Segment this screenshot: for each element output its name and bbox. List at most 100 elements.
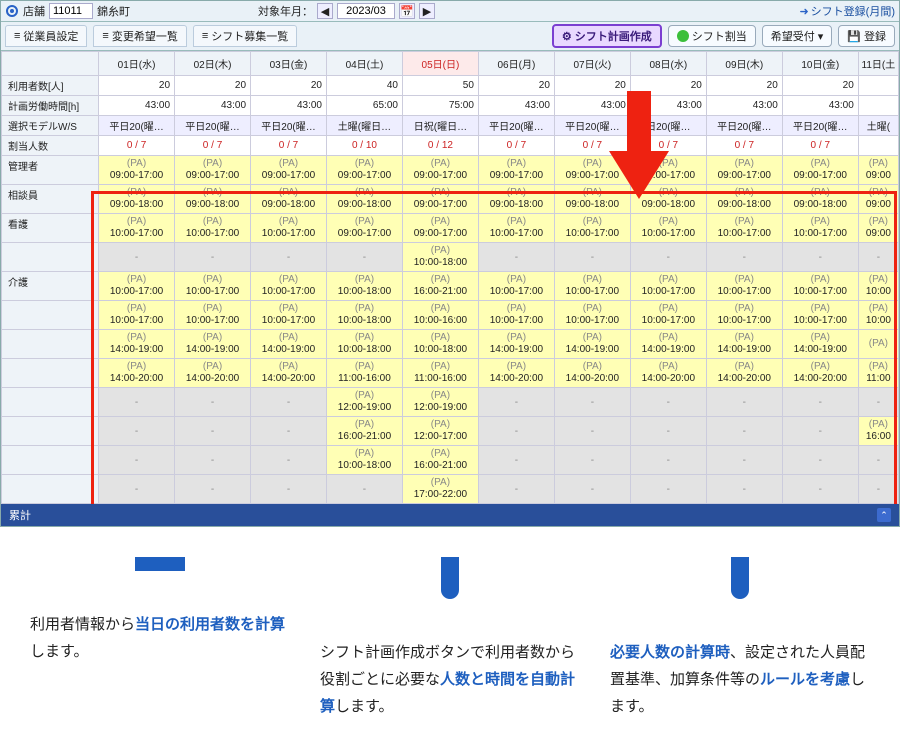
- shift-cell[interactable]: (PA)10:00-17:00: [782, 214, 858, 243]
- shift-cell[interactable]: (PA)10:00-17:00: [630, 272, 706, 301]
- shift-cell[interactable]: (PA)14:00-20:00: [478, 359, 554, 388]
- shift-cell[interactable]: (PA)14:00-19:00: [175, 330, 251, 359]
- shift-cell[interactable]: (PA)14:00-19:00: [99, 330, 175, 359]
- period-next-button[interactable]: ▶: [419, 3, 435, 19]
- shift-cell[interactable]: (PA)14:00-20:00: [782, 359, 858, 388]
- shift-cell[interactable]: (PA)14:00-19:00: [782, 330, 858, 359]
- shift-cell[interactable]: (PA)10:00-17:00: [251, 272, 327, 301]
- shift-cell[interactable]: (PA)16:00-21:00: [326, 417, 402, 446]
- shift-cell[interactable]: (PA)09:00-17:00: [326, 156, 402, 185]
- shift-cell[interactable]: (PA)10:00-18:00: [326, 330, 402, 359]
- shift-cell[interactable]: (PA)10:00-17:00: [782, 301, 858, 330]
- period-prev-button[interactable]: ◀: [317, 3, 333, 19]
- shift-cell[interactable]: (PA)12:00-19:00: [402, 388, 478, 417]
- model-cell[interactable]: 平日20(曜…: [478, 116, 554, 136]
- shift-cell[interactable]: (PA)10:00-17:00: [251, 301, 327, 330]
- shift-cell[interactable]: (PA)10:00-18:00: [326, 272, 402, 301]
- shift-cell[interactable]: (PA)10:00-17:00: [706, 272, 782, 301]
- model-cell[interactable]: 平日20(曜…: [175, 116, 251, 136]
- shift-cell[interactable]: (PA)09:00-18:00: [554, 185, 630, 214]
- date-header[interactable]: 06日(月): [478, 52, 554, 76]
- shift-cell[interactable]: (PA)10:00-17:00: [175, 214, 251, 243]
- model-cell[interactable]: 日20(曜…: [630, 116, 706, 136]
- shift-cell[interactable]: (PA)14:00-19:00: [706, 330, 782, 359]
- tab-shift-recruit-list[interactable]: ≡ シフト募集一覧: [193, 25, 297, 47]
- date-header[interactable]: 08日(水): [630, 52, 706, 76]
- shift-cell[interactable]: (PA)10:00-17:00: [630, 214, 706, 243]
- shift-cell[interactable]: (PA)10:00-17:00: [554, 301, 630, 330]
- shift-plan-create-button[interactable]: ⚙ シフト計画作成: [552, 24, 662, 48]
- date-header[interactable]: 04日(土): [326, 52, 402, 76]
- shift-cell[interactable]: (PA)10:00-18:00: [326, 446, 402, 475]
- shift-cell[interactable]: (PA)10:00-17:00: [99, 301, 175, 330]
- shift-cell[interactable]: (PA)10:00-17:00: [554, 272, 630, 301]
- register-button[interactable]: 💾 登録: [838, 25, 895, 47]
- shift-cell[interactable]: (PA)09:00-17:00: [326, 214, 402, 243]
- shift-cell[interactable]: (PA)14:00-19:00: [554, 330, 630, 359]
- tab-employee-settings[interactable]: ≡ 従業員設定: [5, 25, 87, 47]
- shift-cell[interactable]: (PA)11:00-16:00: [402, 359, 478, 388]
- model-cell[interactable]: 日祝(曜日…: [402, 116, 478, 136]
- date-header[interactable]: 01日(水): [99, 52, 175, 76]
- shift-cell[interactable]: (PA)09:00-18:00: [478, 185, 554, 214]
- shift-cell[interactable]: (PA)09:00: [858, 185, 898, 214]
- shift-cell[interactable]: (PA)09:00-17:00: [402, 185, 478, 214]
- shift-cell[interactable]: (PA)10:00-17:00: [99, 214, 175, 243]
- shift-cell[interactable]: (PA)10:00-18:00: [326, 301, 402, 330]
- shift-cell[interactable]: (PA)14:00-20:00: [630, 359, 706, 388]
- date-header[interactable]: 11日(土: [858, 52, 898, 76]
- shift-cell[interactable]: (PA)10:00-17:00: [706, 301, 782, 330]
- shift-cell[interactable]: (PA)09:00-18:00: [99, 185, 175, 214]
- shift-cell[interactable]: (PA)10:00: [858, 272, 898, 301]
- shift-cell[interactable]: (PA)09:00-17:00: [554, 156, 630, 185]
- shift-cell[interactable]: (PA)10:00-17:00: [478, 301, 554, 330]
- shift-cell[interactable]: (PA)17:00-22:00: [402, 475, 478, 504]
- shift-cell[interactable]: (PA)09:00-17:00: [706, 156, 782, 185]
- model-cell[interactable]: 平日20(曜…: [706, 116, 782, 136]
- shift-cell[interactable]: (PA)09:00: [858, 156, 898, 185]
- store-code-input[interactable]: [49, 3, 93, 19]
- date-header[interactable]: 09日(木): [706, 52, 782, 76]
- date-header[interactable]: 10日(金): [782, 52, 858, 76]
- footer-collapse-button[interactable]: ⌃: [877, 508, 891, 522]
- shift-cell[interactable]: (PA)09:00-18:00: [782, 185, 858, 214]
- shift-cell[interactable]: (PA)16:00-21:00: [402, 272, 478, 301]
- shift-cell[interactable]: (PA)14:00-20:00: [251, 359, 327, 388]
- shift-cell[interactable]: (PA)09:00-17:00: [99, 156, 175, 185]
- shift-cell[interactable]: (PA)14:00-19:00: [630, 330, 706, 359]
- model-cell[interactable]: 平日20(曜…: [251, 116, 327, 136]
- shift-cell[interactable]: (PA)10:00-17:00: [99, 272, 175, 301]
- shift-cell[interactable]: (PA)09:00-17:00: [402, 156, 478, 185]
- shift-cell[interactable]: (PA)14:00-20:00: [99, 359, 175, 388]
- shift-cell[interactable]: (PA)10:00-17:00: [478, 214, 554, 243]
- shift-cell[interactable]: (PA)12:00-17:00: [402, 417, 478, 446]
- model-cell[interactable]: 土曜(: [858, 116, 898, 136]
- date-header[interactable]: 02日(木): [175, 52, 251, 76]
- shift-cell[interactable]: (PA)10:00-17:00: [554, 214, 630, 243]
- shift-cell[interactable]: (PA)10:00-18:00: [402, 243, 478, 272]
- shift-cell[interactable]: (PA)14:00-19:00: [478, 330, 554, 359]
- shift-cell[interactable]: (PA)14:00-20:00: [706, 359, 782, 388]
- shift-assign-button[interactable]: シフト割当: [668, 25, 756, 47]
- shift-cell[interactable]: (PA)09:00-18:00: [630, 185, 706, 214]
- shift-cell[interactable]: (PA)10:00: [858, 301, 898, 330]
- shift-cell[interactable]: (PA)09:00-17:00: [630, 156, 706, 185]
- shift-cell[interactable]: (PA)10:00-17:00: [175, 272, 251, 301]
- shift-cell[interactable]: (PA)09:00-17:00: [478, 156, 554, 185]
- shift-cell[interactable]: (PA)12:00-19:00: [326, 388, 402, 417]
- tab-change-request-list[interactable]: ≡ 変更希望一覧: [93, 25, 186, 47]
- shift-cell[interactable]: (PA)10:00-16:00: [402, 301, 478, 330]
- model-cell[interactable]: 平日20(曜…: [554, 116, 630, 136]
- shift-cell[interactable]: (PA)14:00-19:00: [251, 330, 327, 359]
- date-header[interactable]: 03日(金): [251, 52, 327, 76]
- shift-cell[interactable]: (PA)09:00-18:00: [706, 185, 782, 214]
- shift-cell[interactable]: (PA)16:00-21:00: [402, 446, 478, 475]
- shift-cell[interactable]: (PA)11:00: [858, 359, 898, 388]
- shift-cell[interactable]: (PA)16:00: [858, 417, 898, 446]
- shift-cell[interactable]: (PA)10:00-18:00: [402, 330, 478, 359]
- shift-register-month-button[interactable]: ➜ シフト登録(月間): [799, 3, 895, 19]
- shift-cell[interactable]: (PA)10:00-17:00: [630, 301, 706, 330]
- shift-cell[interactable]: (PA): [858, 330, 898, 359]
- period-picker-button[interactable]: 📅: [399, 3, 415, 19]
- shift-cell[interactable]: (PA)14:00-20:00: [175, 359, 251, 388]
